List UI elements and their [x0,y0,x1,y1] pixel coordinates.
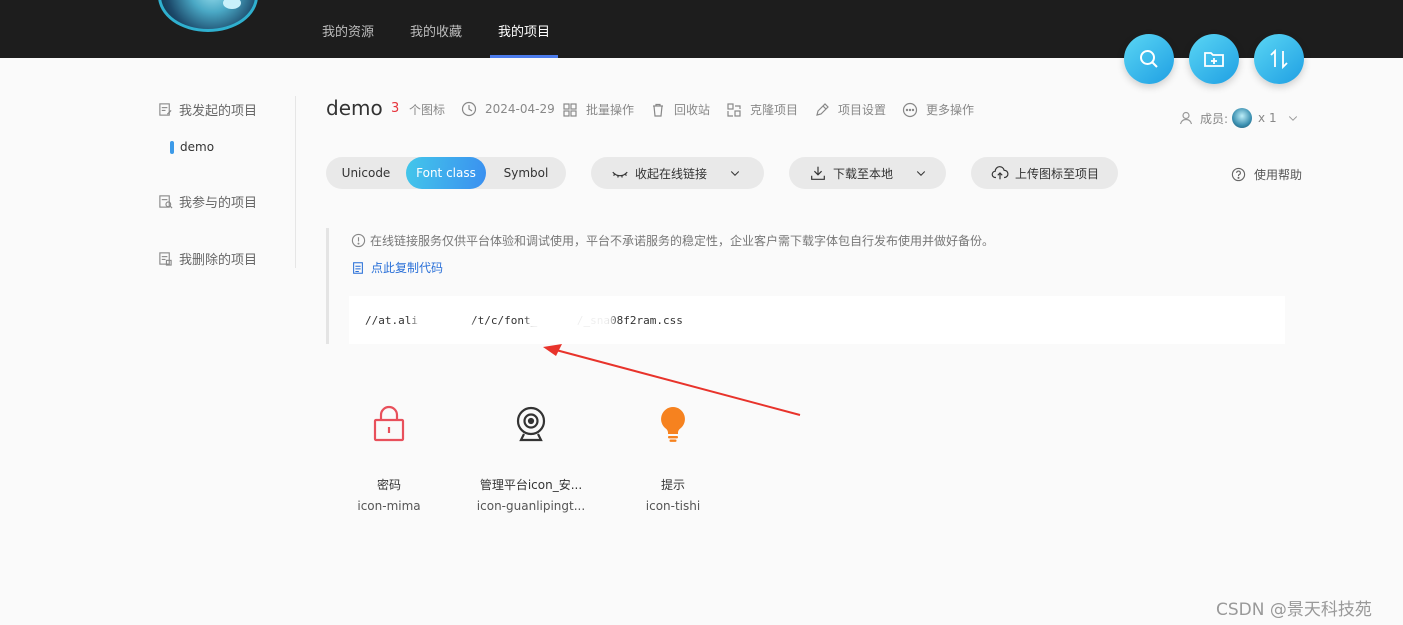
download-icon [811,166,825,180]
sidebar-item-label: 我删除的项目 [179,253,258,268]
icon-card-mima[interactable]: 密码 icon-mima [324,404,454,513]
user-icon [1179,111,1193,125]
nav-my-projects[interactable]: 我的项目 [490,0,559,58]
project-sidebar: 我发起的项目 demo 我参与的项目 我删除的项目 [148,96,296,268]
nav-my-resources[interactable]: 我的资源 [322,0,374,58]
sidebar-item-label: demo [180,140,215,154]
search-icon [1140,50,1158,68]
more-icon [902,102,918,117]
members-label: 成员: [1200,111,1229,126]
cloud-upload-icon [991,166,1009,180]
download-label: 下载至本地 [833,166,894,181]
icon-name: 密码 [376,478,401,492]
code-block[interactable]: //at.ali /t/c/font_ /_sna08f2ram.css [349,296,1285,344]
upload-icons-button[interactable]: 上传图标至项目 [971,157,1118,189]
active-indicator [170,140,174,154]
document-edit-icon [159,103,172,116]
icon-card-tishi[interactable]: 提示 icon-tishi [608,404,738,513]
sidebar-item-created[interactable]: 我发起的项目 [158,100,257,119]
icon-code: icon-mima [357,499,421,513]
icon-code: icon-guanlipingt... [476,499,586,513]
document-delete-icon [159,252,172,266]
redaction [529,308,613,330]
recycle-bin-button[interactable]: 回收站 [650,101,710,118]
members-dropdown[interactable]: 成员: x 1 [1178,108,1299,128]
sidebar-item-label: 我发起的项目 [179,104,258,119]
online-link-panel: 在线链接服务仅供平台体验和调试使用，平台不承诺服务的稳定性，企业客户需下载字体包… [326,228,1285,344]
project-date: 2024-04-29 [461,101,555,117]
settings-label: 项目设置 [838,103,887,117]
pencil-icon [816,102,829,116]
recycle-label: 回收站 [674,103,711,117]
more-label: 更多操作 [926,103,975,117]
chevron-down-icon [1288,116,1297,121]
date-text: 2024-04-29 [485,102,555,116]
icon-count-label: 个图标 [409,101,445,118]
redaction [415,308,471,330]
tab-unicode[interactable]: Unicode [326,157,406,189]
clone-icon [727,102,741,117]
notice-text: 在线链接服务仅供平台体验和调试使用，平台不承诺服务的稳定性，企业客户需下载字体包… [351,232,994,249]
nav-my-favorites[interactable]: 我的收藏 [410,0,462,58]
icon-name: 提示 [660,478,685,492]
sidebar-item-joined[interactable]: 我参与的项目 [158,192,257,211]
info-icon [351,233,366,248]
question-icon [1231,167,1246,182]
webcam-icon [516,406,546,442]
members-count: x 1 [1258,111,1277,125]
document-search-icon [159,195,173,209]
folder-add-icon [1204,52,1224,67]
project-title: demo [326,96,383,120]
tab-symbol[interactable]: Symbol [486,157,566,189]
grid-icon [563,102,577,117]
member-avatar [1232,108,1253,128]
add-folder-button[interactable] [1189,34,1239,84]
clone-label: 克隆项目 [750,103,799,117]
collapse-link-button[interactable]: 收起在线链接 [591,157,764,189]
notice-message: 在线链接服务仅供平台体验和调试使用，平台不承诺服务的稳定性，企业客户需下载字体包… [370,234,995,248]
sort-button[interactable] [1254,34,1304,84]
icon-count: 3 [391,101,400,116]
sidebar-item-demo[interactable]: demo [170,140,214,154]
watermark: CSDN @景天科技苑 [1216,600,1372,620]
chevron-down-icon [916,171,926,176]
clock-icon [461,101,477,117]
collapse-link-label: 收起在线链接 [635,166,708,181]
help-link[interactable]: 使用帮助 [1231,166,1302,183]
top-navigation: 我的资源 我的收藏 我的项目 [322,0,586,58]
search-button[interactable] [1124,34,1174,84]
tab-font-class[interactable]: Font class [406,157,486,189]
icon-code: icon-tishi [645,499,701,513]
copy-icon [353,261,363,274]
icon-count-text: 个图标 [409,103,446,117]
project-settings-button[interactable]: 项目设置 [814,101,886,118]
lock-icon [373,405,405,442]
chevron-down-icon [730,171,740,176]
clone-project-button[interactable]: 克隆项目 [726,101,798,118]
code-type-tabs: Unicode Font class Symbol [326,157,566,189]
sidebar-item-label: 我参与的项目 [179,196,258,211]
sidebar-item-deleted[interactable]: 我删除的项目 [158,249,257,268]
lightbulb-icon [661,407,685,442]
more-actions-button[interactable]: 更多操作 [902,101,974,118]
icon-card-guanlipingtai[interactable]: 管理平台icon_安... icon-guanlipingt... [466,404,596,513]
batch-label: 批量操作 [586,103,635,117]
eye-closed-icon [612,171,628,178]
help-label: 使用帮助 [1254,168,1303,182]
batch-operation-button[interactable]: 批量操作 [562,101,634,118]
css-link-code[interactable]: //at.ali /t/c/font_ /_sna08f2ram.css [365,314,683,327]
copy-code-link[interactable]: 点此复制代码 [351,259,443,276]
avatar[interactable] [158,0,258,32]
copy-code-label: 点此复制代码 [371,261,444,275]
icon-name: 管理平台icon_安... [479,478,583,492]
upload-label: 上传图标至项目 [1015,166,1100,181]
sort-icon [1270,48,1288,70]
trash-icon [653,103,663,117]
download-button[interactable]: 下载至本地 [789,157,946,189]
